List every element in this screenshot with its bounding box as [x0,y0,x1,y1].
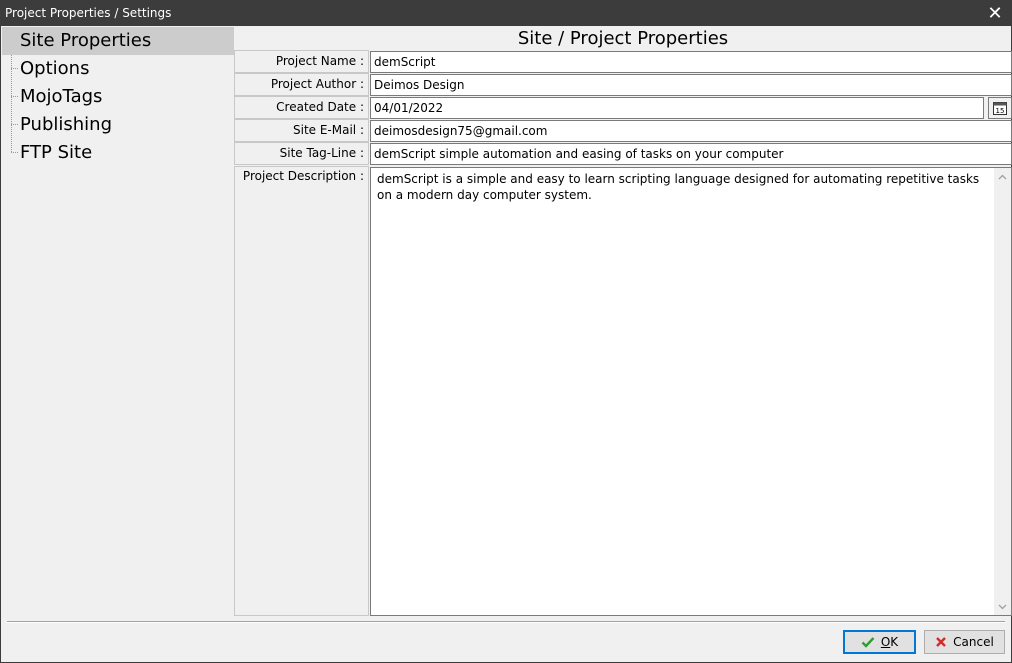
description-scrollbar[interactable] [994,168,1011,615]
tree-item-ftp-site[interactable]: FTP Site [2,139,234,167]
site-email-input[interactable]: deimosdesign75@gmail.com [370,120,1012,142]
project-description-textarea[interactable]: demScript is a simple and easy to learn … [370,167,1012,616]
properties-panel: Site / Project Properties Project Name :… [234,26,1012,616]
title-bar: Project Properties / Settings ✕ [0,0,1012,26]
panel-title: Site / Project Properties [517,28,729,49]
chevron-up-icon[interactable] [994,168,1011,185]
cancel-button[interactable]: Cancel [924,630,1005,654]
tree-item-publishing[interactable]: Publishing [2,111,234,139]
project-author-input[interactable]: Deimos Design [370,74,1012,96]
project-author-row: Project Author : Deimos Design [234,73,1012,96]
project-name-label: Project Name : [234,50,369,73]
calendar-day-text: 15 [996,107,1005,115]
project-name-row: Project Name : demScript [234,50,1012,73]
site-tagline-input[interactable]: demScript simple automation and easing o… [370,143,1012,165]
site-email-label: Site E-Mail : [234,119,369,142]
tree-item-mojotags[interactable]: MojoTags [2,83,234,111]
site-tagline-label: Site Tag-Line : [234,142,369,165]
checkmark-icon [861,637,875,648]
created-date-input[interactable]: 04/01/2022 [370,97,984,119]
settings-tree: Site Properties Options MojoTags Publish… [2,26,234,616]
created-date-label: Created Date : [234,96,369,119]
cancel-button-label: Cancel [953,635,994,649]
window-title: Project Properties / Settings [5,6,172,20]
project-description-label: Project Description : [234,166,369,616]
calendar-icon: 15 [993,102,1007,115]
created-date-row: Created Date : 04/01/2022 15 [234,96,1012,119]
footer-separator [7,621,1005,623]
calendar-button[interactable]: 15 [988,97,1012,119]
project-description-text: demScript is a simple and easy to learn … [377,172,980,202]
project-name-input[interactable]: demScript [370,51,1012,73]
cross-icon [936,637,947,647]
tree-item-site-properties[interactable]: Site Properties [2,27,234,55]
project-description-row: Project Description : demScript is a sim… [234,166,1012,616]
site-tagline-row: Site Tag-Line : demScript simple automat… [234,142,1012,165]
chevron-down-icon[interactable] [994,598,1011,615]
site-email-row: Site E-Mail : deimosdesign75@gmail.com [234,119,1012,142]
project-author-label: Project Author : [234,73,369,96]
tree-item-options[interactable]: Options [2,55,234,83]
dialog-body: Site Properties Options MojoTags Publish… [0,26,1012,663]
ok-button[interactable]: OK [843,630,916,654]
ok-button-label: OK [880,635,899,649]
close-icon[interactable]: ✕ [978,0,1012,26]
